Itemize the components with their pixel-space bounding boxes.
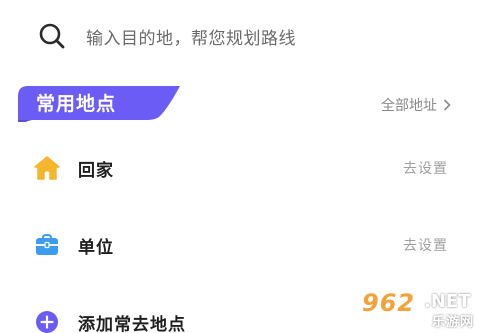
home-icon xyxy=(34,155,60,181)
work-setup-button[interactable]: 去设置 xyxy=(403,235,448,255)
all-addresses-label: 全部地址 xyxy=(381,98,437,114)
add-place-label: 添加常去地点 xyxy=(78,314,186,333)
home-label: 回家 xyxy=(78,160,114,181)
search-bar[interactable]: 输入目的地，帮您规划路线 xyxy=(36,16,476,56)
search-icon xyxy=(36,20,68,52)
frequent-places-tab: 常用地点 xyxy=(18,82,182,122)
watermark-number: 962 xyxy=(362,289,416,317)
watermark-net: .NET xyxy=(424,291,471,312)
briefcase-icon xyxy=(34,232,60,258)
search-input[interactable]: 输入目的地，帮您规划路线 xyxy=(86,24,296,49)
watermark-logo: 962 .NET 乐游网 xyxy=(362,289,494,330)
add-circle-icon xyxy=(34,309,60,333)
frequent-places-label: 常用地点 xyxy=(36,93,117,115)
watermark-site-name: 乐游网 xyxy=(432,315,475,330)
work-label: 单位 xyxy=(78,237,114,258)
all-addresses-link[interactable]: 全部地址 xyxy=(381,95,451,115)
place-row-work[interactable]: 单位 去设置 xyxy=(0,221,500,269)
place-row-home[interactable]: 回家 去设置 xyxy=(0,144,500,192)
chevron-right-icon xyxy=(443,99,451,111)
home-setup-button[interactable]: 去设置 xyxy=(403,158,448,178)
